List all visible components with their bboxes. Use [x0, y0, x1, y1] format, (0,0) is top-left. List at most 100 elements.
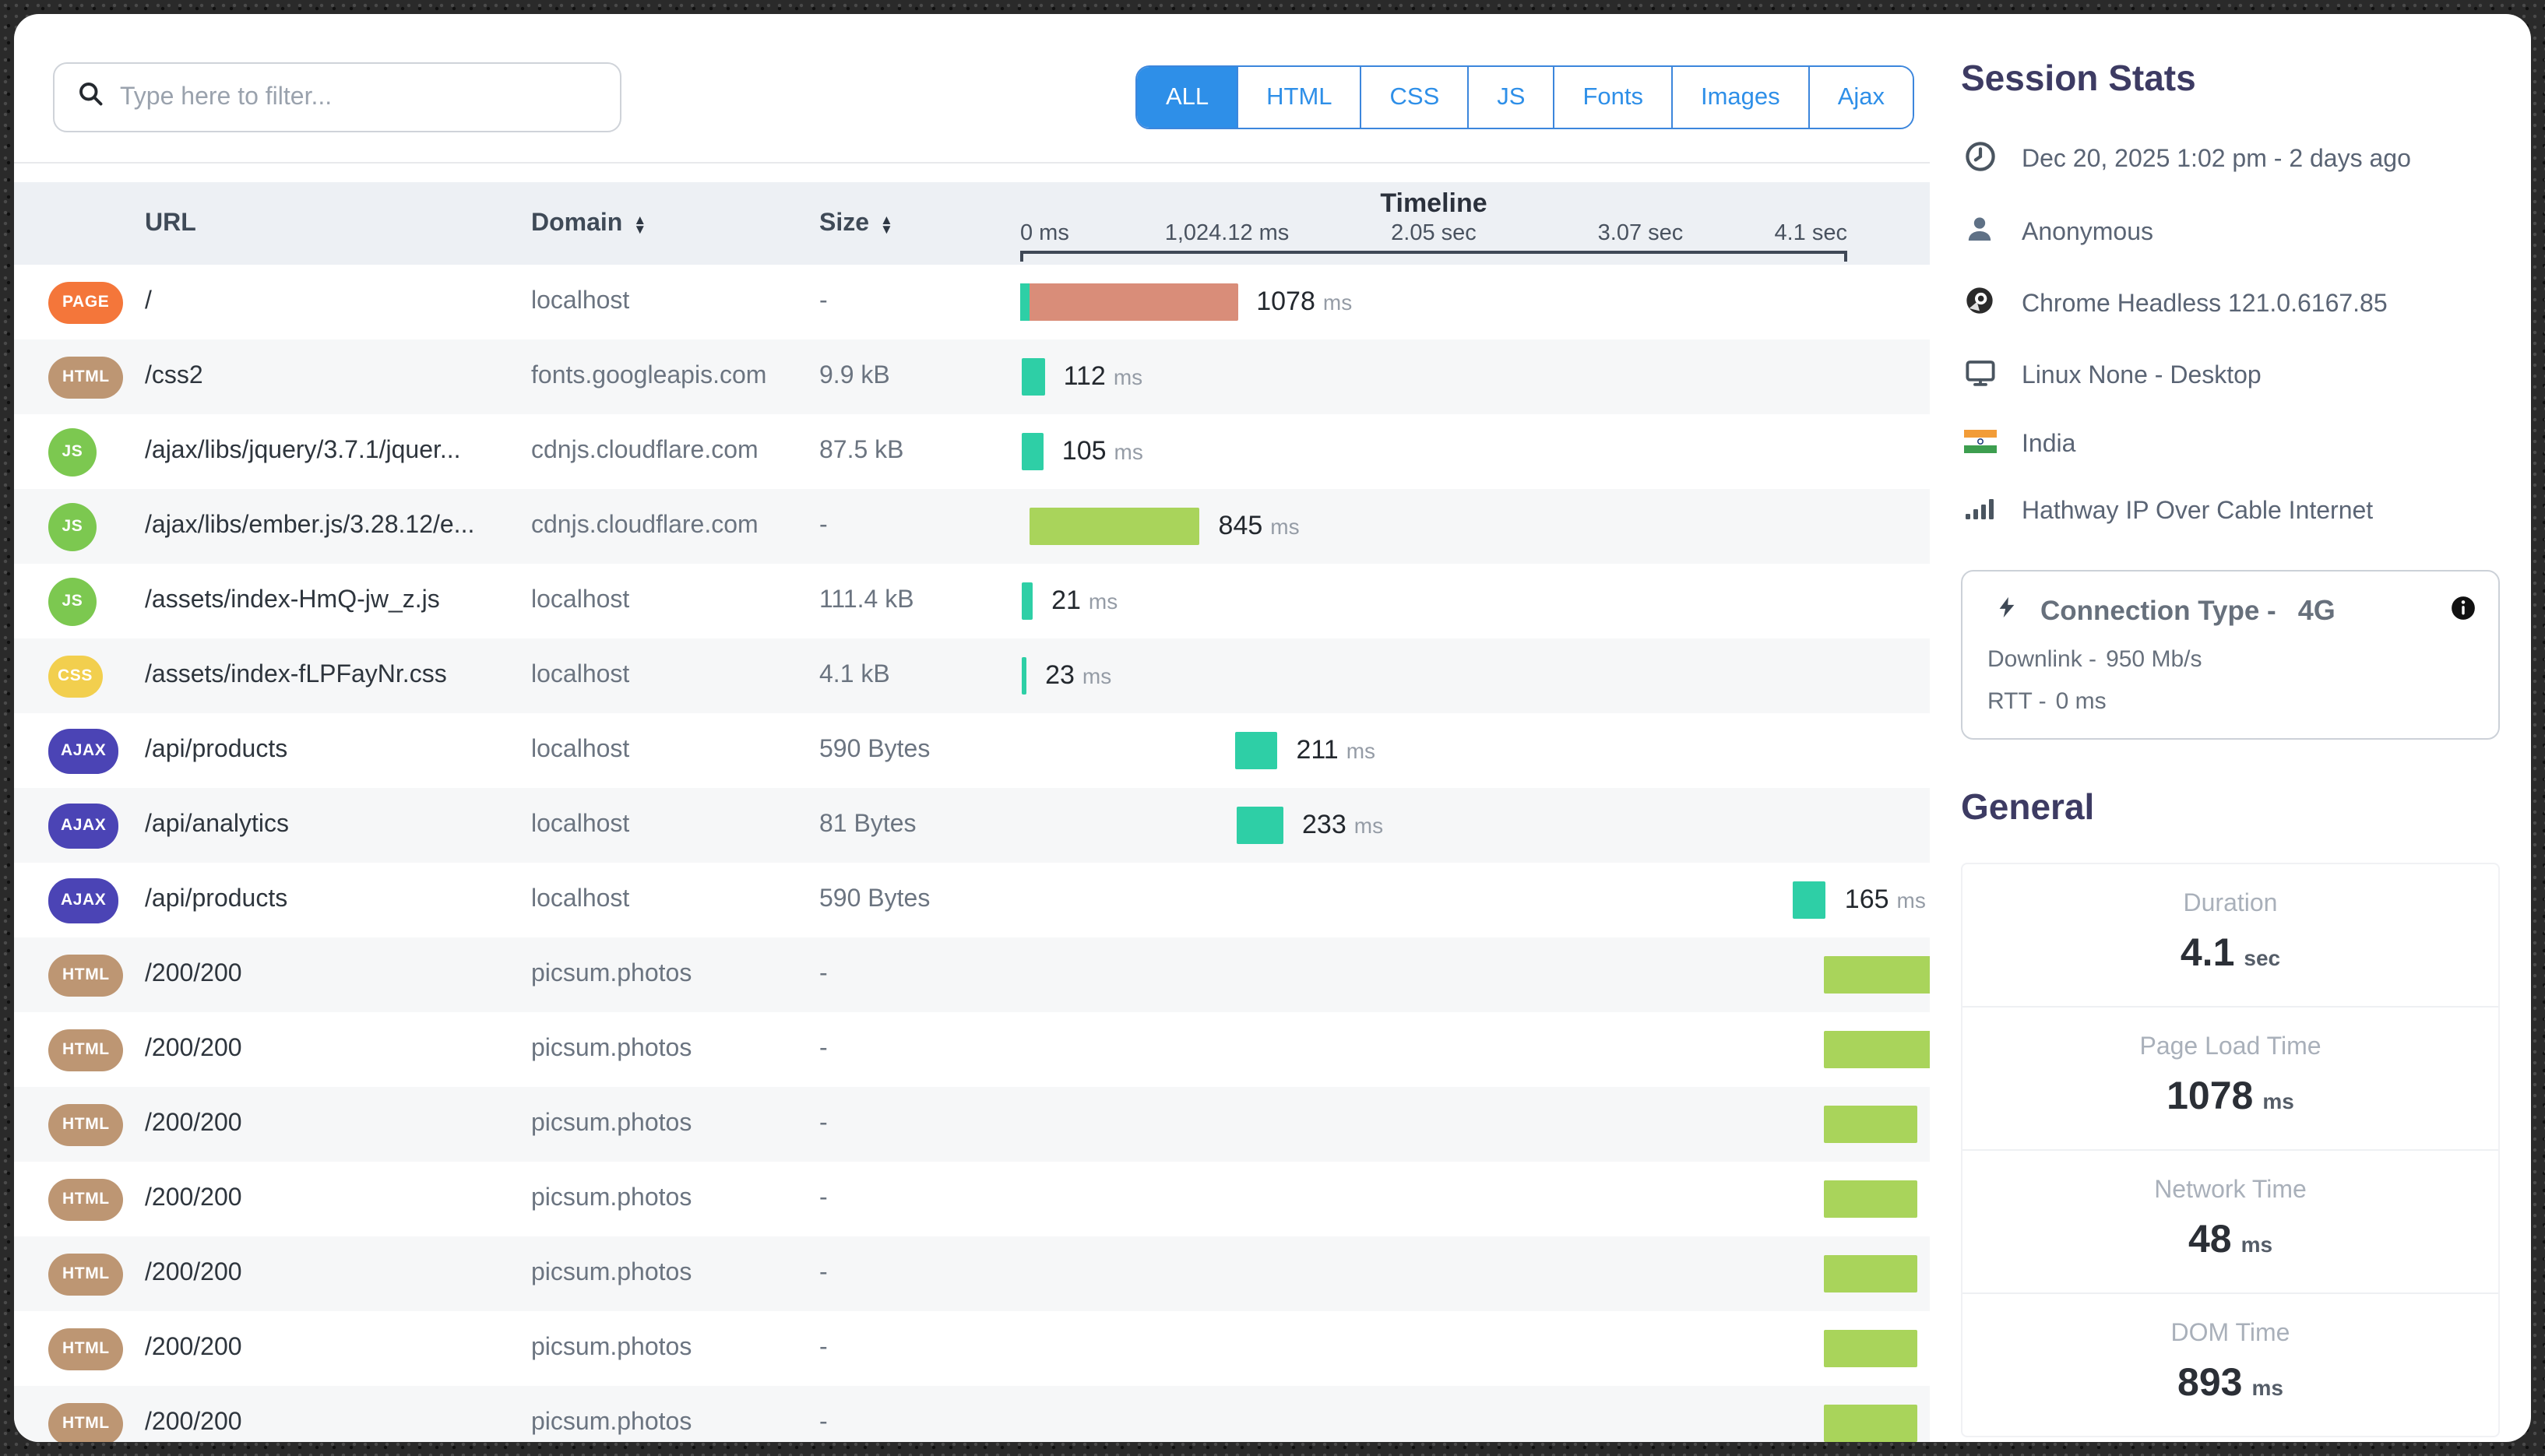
table-row[interactable]: HTML /200/200 picsum.photos - [14, 1012, 1930, 1087]
table-row[interactable]: JS /assets/index-HmQ-jw_z.js localhost 1… [14, 564, 1930, 638]
table-row[interactable]: HTML /css2 fonts.googleapis.com 9.9 kB 1… [14, 339, 1930, 414]
connection-detail-line: Downlink -950 Mb/s [1987, 646, 2473, 673]
timeline-cell [983, 1311, 1930, 1386]
timeline-ticks: 0 ms1,024.12 ms2.05 sec3.07 sec4.1 sec [1020, 221, 1847, 249]
table-body: PAGE / localhost - 1078ms HTML /css2 fon… [14, 265, 1930, 1442]
timeline-cell: 165ms [983, 863, 1930, 937]
column-header-domain[interactable]: Domain ▲▼ [531, 209, 819, 237]
ajax-badge: AJAX [48, 877, 118, 923]
network-waterfall-panel: ALLHTMLCSSJSFontsImagesAjax URL Domain ▲… [14, 14, 1930, 1442]
filter-tab-ajax[interactable]: Ajax [1808, 67, 1913, 128]
timing-bar [1824, 1031, 1930, 1068]
table-row[interactable]: CSS /assets/index-fLPFayNr.css localhost… [14, 638, 1930, 713]
timeline-cell: 21ms [983, 564, 1930, 638]
request-domain: picsum.photos [531, 1335, 819, 1363]
session-info-item: Dec 20, 2025 1:02 pm - 2 days ago [1961, 140, 2500, 181]
request-domain: localhost [531, 886, 819, 914]
filter-tab-js[interactable]: JS [1467, 67, 1553, 128]
table-row[interactable]: HTML /200/200 picsum.photos - [14, 937, 1930, 1012]
request-domain: picsum.photos [531, 961, 819, 989]
stat-value: 1078ms [1962, 1074, 2498, 1120]
requests-table: URL Domain ▲▼ Size ▲▼ Timeline 0 ms1,024… [14, 182, 1930, 1442]
chrome-icon [1964, 285, 1995, 324]
request-url: /assets/index-fLPFayNr.css [145, 662, 531, 690]
timeline-cell [983, 1012, 1930, 1087]
session-info-item: India [1961, 430, 2500, 461]
user-icon [1964, 213, 1995, 252]
session-info-item: Chrome Headless 121.0.6167.85 [1961, 285, 2500, 324]
filter-search-input[interactable] [120, 83, 598, 111]
filter-tab-html[interactable]: HTML [1237, 67, 1360, 128]
column-label-size: Size [819, 209, 869, 237]
request-url: /200/200 [145, 961, 531, 989]
request-size: 590 Bytes [819, 737, 983, 765]
info-icon[interactable] [2450, 601, 2476, 628]
column-header-size[interactable]: Size ▲▼ [819, 209, 983, 237]
table-row[interactable]: JS /ajax/libs/ember.js/3.28.12/e... cdnj… [14, 489, 1930, 564]
timing-bar [1824, 1180, 1917, 1218]
connection-type-header: Connection Type - 4G [1987, 592, 2473, 631]
request-size: 4.1 kB [819, 662, 983, 690]
table-row[interactable]: HTML /200/200 picsum.photos - [14, 1386, 1930, 1442]
stat-row: DOM Time 893ms [1962, 1294, 2498, 1436]
connection-detail-line: RTT -0 ms [1987, 688, 2473, 715]
timeline-cell: 845ms [983, 489, 1930, 564]
timeline-tick: 3.07 sec [1598, 221, 1684, 246]
timing-bar [1023, 433, 1044, 470]
resource-type-tabs: ALLHTMLCSSJSFontsImagesAjax [1136, 65, 1914, 129]
filter-tab-images[interactable]: Images [1671, 67, 1808, 128]
session-info-text: Hathway IP Over Cable Internet [2022, 498, 2373, 526]
sort-domain-icon[interactable]: ▲▼ [633, 214, 646, 233]
table-row[interactable]: HTML /200/200 picsum.photos - [14, 1236, 1930, 1311]
stat-value: 48ms [1962, 1218, 2498, 1263]
timing-bar [1824, 1405, 1917, 1442]
stat-row: Page Load Time 1078ms [1962, 1008, 2498, 1151]
request-domain: cdnjs.cloudflare.com [531, 438, 819, 466]
table-row[interactable]: HTML /200/200 picsum.photos - [14, 1311, 1930, 1386]
connection-info-button[interactable] [2450, 595, 2476, 629]
stat-label: Duration [1962, 891, 2498, 919]
timeline-cell [983, 1236, 1930, 1311]
stat-value: 893ms [1962, 1361, 2498, 1406]
filter-tab-fonts[interactable]: Fonts [1553, 67, 1671, 128]
table-row[interactable]: PAGE / localhost - 1078ms [14, 265, 1930, 339]
timing-bar [1793, 881, 1826, 919]
filter-tab-css[interactable]: CSS [1361, 67, 1468, 128]
timeline-cell [983, 1087, 1930, 1162]
table-row[interactable]: HTML /200/200 picsum.photos - [14, 1162, 1930, 1236]
timing-bar [1022, 582, 1033, 620]
table-row[interactable]: AJAX /api/products localhost 590 Bytes 2… [14, 713, 1930, 788]
table-row[interactable]: HTML /200/200 picsum.photos - [14, 1087, 1930, 1162]
timeline-tick: 4.1 sec [1775, 221, 1848, 246]
stat-row: Duration 4.1sec [1962, 864, 2498, 1008]
table-row[interactable]: JS /ajax/libs/jquery/3.7.1/jquer... cdnj… [14, 414, 1930, 489]
request-url: /200/200 [145, 1185, 531, 1213]
timing-label: 112ms [1064, 361, 1143, 392]
timing-label: 105ms [1062, 436, 1143, 467]
timeline-cell [983, 937, 1930, 1012]
page-badge: PAGE [48, 281, 123, 323]
request-domain: localhost [531, 288, 819, 316]
js-badge: JS [48, 427, 97, 476]
table-row[interactable]: AJAX /api/analytics localhost 81 Bytes 2… [14, 788, 1930, 863]
request-url: /200/200 [145, 1110, 531, 1138]
connection-detail-value: 0 ms [2056, 688, 2107, 715]
filter-search[interactable] [53, 62, 621, 132]
request-domain: localhost [531, 662, 819, 690]
request-domain: localhost [531, 737, 819, 765]
html-badge: HTML [48, 1328, 124, 1370]
sort-size-icon[interactable]: ▲▼ [880, 214, 893, 233]
timing-bar [1020, 283, 1237, 321]
request-size: - [819, 1260, 983, 1288]
request-url: /ajax/libs/jquery/3.7.1/jquer... [145, 438, 531, 466]
request-size: - [819, 961, 983, 989]
timeline-cell: 23ms [983, 638, 1930, 713]
column-header-url: URL [145, 209, 531, 237]
general-stats-card: Duration 4.1sec Page Load Time 1078ms Ne… [1961, 863, 2500, 1437]
session-info-text: Dec 20, 2025 1:02 pm - 2 days ago [2022, 146, 2411, 174]
table-row[interactable]: AJAX /api/products localhost 590 Bytes 1… [14, 863, 1930, 937]
filter-tab-all[interactable]: ALL [1138, 67, 1237, 128]
bolt-icon [1994, 592, 2018, 631]
request-url: /200/200 [145, 1260, 531, 1288]
stat-row: Network Time 48ms [1962, 1151, 2498, 1294]
